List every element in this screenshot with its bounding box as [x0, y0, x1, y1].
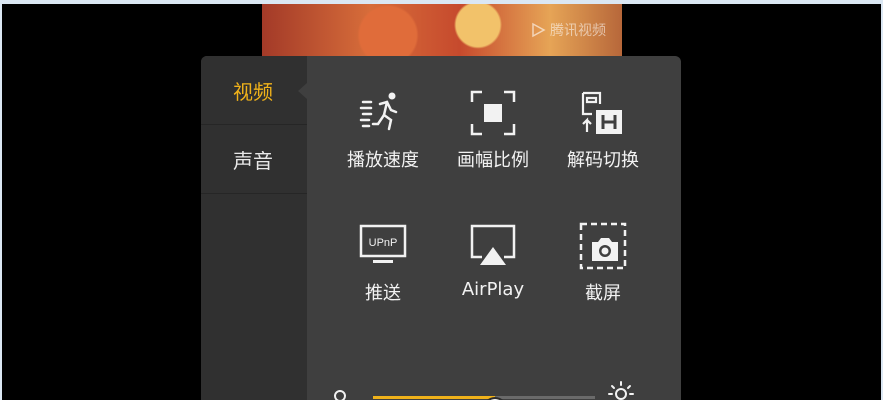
sidebar-item-video[interactable]: 视频	[201, 56, 307, 125]
video-watermark: 腾讯视频	[530, 20, 606, 40]
active-tab-indicator	[298, 83, 307, 99]
grid-item-label: 截屏	[585, 283, 621, 304]
svg-text:UPnP: UPnP	[369, 237, 398, 249]
sidebar-item-audio[interactable]: 声音	[201, 125, 307, 194]
aspect-ratio-button[interactable]: 画幅比例	[438, 88, 548, 172]
grid-item-label: 播放速度	[347, 150, 419, 171]
watermark-text: 腾讯视频	[550, 23, 606, 39]
screenshot-camera-icon	[579, 222, 627, 270]
airplay-button[interactable]: AirPlay	[438, 221, 548, 300]
grid-item-label: 解码切换	[567, 150, 639, 171]
play-logo-icon	[532, 22, 546, 38]
video-frame[interactable]: 腾讯视频	[262, 4, 622, 56]
brightness-slider[interactable]	[331, 381, 671, 400]
slider-track[interactable]	[373, 396, 595, 400]
sidebar-item-label: 视频	[233, 79, 273, 104]
grid-item-label: 画幅比例	[457, 150, 529, 171]
grid-item-label: AirPlay	[461, 279, 525, 300]
screenshot-button[interactable]: 截屏	[548, 221, 658, 305]
playback-speed-button[interactable]: 播放速度	[328, 88, 438, 172]
airplay-icon	[470, 224, 516, 265]
brightness-high-icon	[608, 381, 634, 400]
decode-switch-button[interactable]: 解码切换	[548, 88, 658, 172]
upnp-icon: UPnP	[359, 224, 407, 263]
sidebar-item-label: 声音	[233, 148, 273, 173]
running-person-icon	[359, 92, 398, 131]
decode-switch-icon	[581, 91, 622, 134]
slider-fill	[373, 396, 496, 399]
aspect-ratio-icon	[470, 90, 516, 136]
window-left-border	[0, 0, 2, 400]
settings-sidebar: 视频 声音	[201, 56, 307, 400]
settings-panel: 视频 声音 播放速度 画幅比例 解码切换 UPnP 推送 AirPlay 截屏	[201, 56, 681, 400]
brightness-low-icon	[334, 390, 346, 400]
upnp-push-button[interactable]: UPnP 推送	[328, 221, 438, 305]
grid-item-label: 推送	[365, 283, 401, 304]
